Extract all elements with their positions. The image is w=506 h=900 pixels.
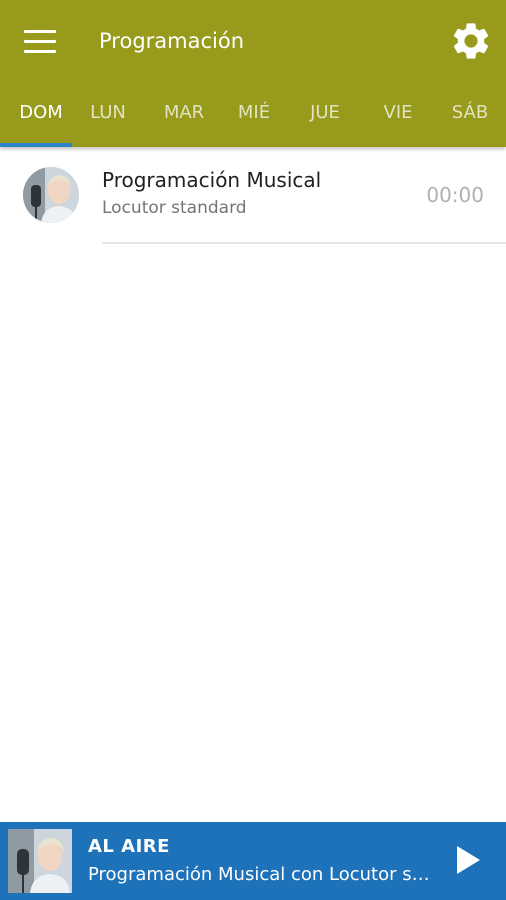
now-playing-title: Programación Musical con Locutor standar… <box>88 864 430 885</box>
list-item[interactable]: Programación Musical Locutor standard 00… <box>0 147 506 245</box>
program-host: Locutor standard <box>102 198 247 218</box>
on-air-label: AL AIRE <box>88 836 170 857</box>
app-bar: Programación DOM LUN MAR MIÉ JUE VIE SÁB <box>0 0 506 147</box>
divider <box>102 242 506 244</box>
tab-lun[interactable]: LUN <box>72 94 144 144</box>
program-time: 00:00 <box>426 183 484 207</box>
now-playing-bar[interactable]: AL AIRE Programación Musical con Locutor… <box>0 822 506 900</box>
day-tabs: DOM LUN MAR MIÉ JUE VIE SÁB <box>0 94 506 147</box>
tab-sab[interactable]: SÁB <box>434 94 506 144</box>
program-title: Programación Musical <box>102 168 322 192</box>
page-title: Programación <box>99 29 245 53</box>
tab-mar[interactable]: MAR <box>148 94 220 144</box>
host-avatar <box>23 167 79 223</box>
tab-mie[interactable]: MIÉ <box>218 94 290 144</box>
now-playing-thumbnail <box>8 829 72 893</box>
hamburger-menu-icon[interactable] <box>24 30 56 54</box>
play-icon[interactable] <box>448 840 488 880</box>
gear-icon[interactable] <box>449 19 493 63</box>
tab-dom[interactable]: DOM <box>0 94 82 144</box>
tab-vie[interactable]: VIE <box>362 94 434 144</box>
tab-jue[interactable]: JUE <box>289 94 361 144</box>
